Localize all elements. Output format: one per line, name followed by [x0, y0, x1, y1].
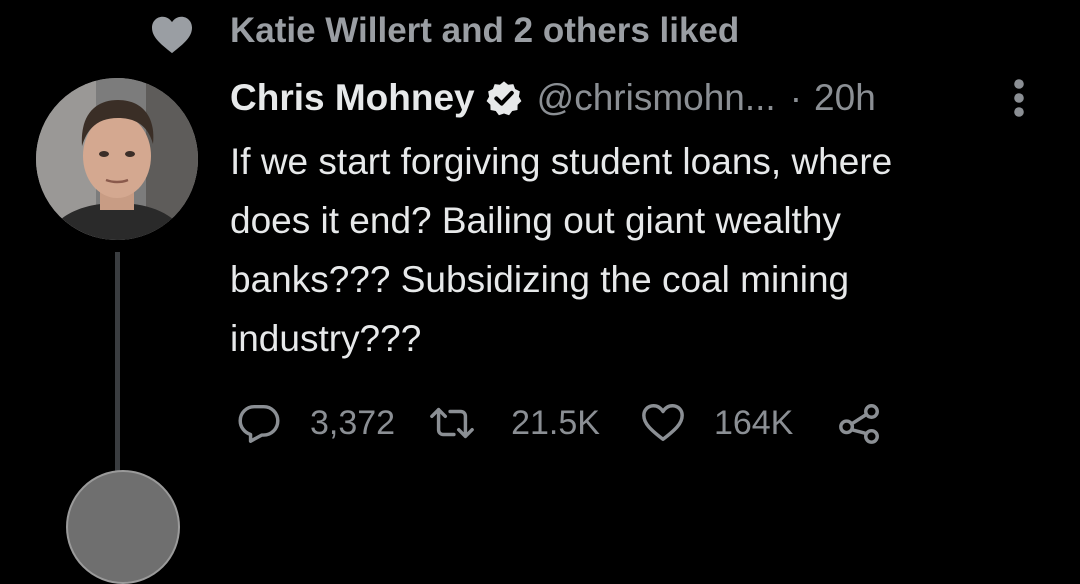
avatar[interactable] — [36, 78, 198, 240]
thread-line — [115, 252, 120, 474]
reply-icon — [238, 404, 280, 443]
share-icon — [839, 404, 880, 444]
like-button[interactable]: 164K — [640, 400, 793, 446]
verified-badge-icon — [486, 81, 522, 116]
like-count: 164K — [713, 403, 794, 442]
tweet-actions: 3,372 21.5K 164K — [236, 398, 883, 448]
retweet-button[interactable]: 21.5K — [429, 400, 600, 446]
social-context-text[interactable]: Katie Willert and 2 others liked — [230, 10, 739, 52]
retweet-icon — [430, 407, 474, 439]
tweet-header: Chris Mohney @chrismohn... · 20h — [230, 72, 876, 124]
reply-count: 3,372 — [310, 403, 396, 442]
author-display-name[interactable]: Chris Mohney — [230, 77, 475, 119]
like-icon — [642, 404, 684, 442]
share-button[interactable] — [837, 400, 883, 446]
avatar-photo — [36, 78, 198, 240]
reply-button[interactable]: 3,372 — [236, 400, 395, 446]
tweet-text: If we start forgiving student loans, whe… — [230, 141, 893, 359]
more-options-icon[interactable] — [1012, 78, 1026, 118]
meta-separator: · — [789, 77, 803, 118]
retweet-count: 21.5K — [511, 403, 600, 442]
next-tweet-avatar[interactable] — [66, 470, 180, 584]
tweet-timestamp[interactable]: 20h — [814, 77, 876, 119]
heart-icon — [152, 16, 192, 54]
author-handle[interactable]: @chrismohn... — [537, 77, 776, 119]
